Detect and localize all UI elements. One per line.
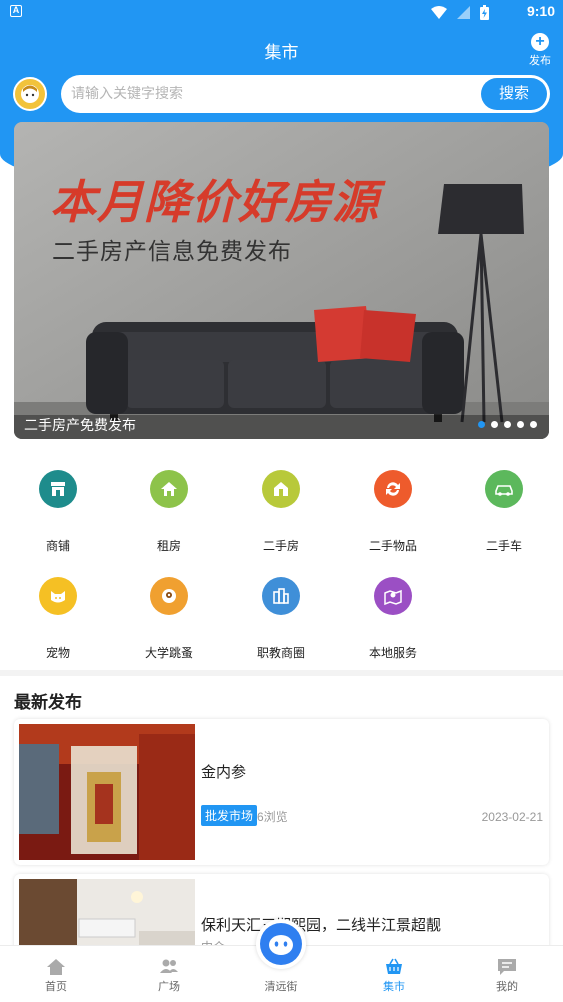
banner-headline: 本月降价好房源	[50, 176, 379, 228]
listing-date: 2023-02-21	[481, 810, 543, 824]
message-icon	[498, 959, 516, 975]
second-hand-car-icon	[485, 470, 523, 508]
status-bar: A 9:10	[0, 0, 563, 24]
wifi-icon	[431, 5, 447, 19]
section-divider	[0, 670, 563, 676]
nav-mine[interactable]: 我的	[467, 958, 547, 994]
listing-card[interactable]: 金内参 批发市场 6浏览 2023-02-21	[14, 719, 549, 865]
carousel-dots[interactable]	[478, 421, 537, 428]
carousel-dot[interactable]	[504, 421, 511, 428]
category-shop[interactable]: 商铺	[8, 470, 108, 554]
pet-icon	[39, 577, 77, 615]
nav-market[interactable]: 集市	[354, 958, 434, 994]
search-input[interactable]	[71, 85, 471, 101]
nav-square[interactable]: 广场	[129, 958, 209, 994]
latest-section-title: 最新发布	[14, 693, 82, 712]
publish-label: 发布	[529, 55, 551, 67]
clock: 9:10	[526, 3, 555, 19]
category-local-service[interactable]: 本地服务	[343, 577, 443, 661]
search-bar: 搜索	[61, 75, 550, 113]
signal-icon	[457, 5, 470, 19]
listing-title: 金内参	[201, 764, 247, 781]
second-hand-house-icon	[262, 470, 300, 508]
avatar-face-icon	[21, 85, 39, 103]
people-icon	[160, 959, 178, 973]
rent-house-icon	[150, 470, 188, 508]
carousel-dot[interactable]	[530, 421, 537, 428]
carousel-dot[interactable]	[478, 421, 485, 428]
category-second-hand-goods[interactable]: 二手物品	[343, 470, 443, 554]
carousel-dot[interactable]	[491, 421, 498, 428]
carousel-dot[interactable]	[517, 421, 524, 428]
avatar[interactable]	[13, 77, 47, 111]
notification-icon: A	[10, 5, 22, 17]
basket-icon	[386, 958, 402, 974]
page-title: 集市	[264, 43, 299, 62]
home-icon	[47, 959, 65, 975]
category-second-hand-car[interactable]: 二手车	[454, 470, 554, 554]
category-pet[interactable]: 宠物	[8, 577, 108, 661]
publish-button[interactable]: + 发布	[527, 33, 553, 68]
business-district-icon	[262, 577, 300, 615]
nav-qingyuan-street[interactable]	[256, 919, 306, 969]
listing-title: 保利天汇三期熙园，二线半江景超靓	[201, 917, 442, 934]
second-hand-goods-icon	[374, 470, 412, 508]
shop-icon	[39, 470, 77, 508]
plus-circle-icon: +	[531, 33, 549, 51]
category-second-hand-house[interactable]: 二手房	[231, 470, 331, 554]
local-service-icon	[374, 577, 412, 615]
banner-subline: 二手房产信息免费发布	[52, 238, 292, 264]
category-flea-market[interactable]: 大学跳蚤	[119, 577, 219, 661]
listing-views: 6浏览	[257, 810, 288, 824]
flea-market-icon	[150, 577, 188, 615]
banner-caption: 二手房产免费发布	[24, 417, 136, 433]
nav-home[interactable]: 首页	[16, 958, 96, 994]
battery-icon	[480, 4, 489, 20]
nav-qingyuan-label: 清远街	[264, 981, 298, 993]
category-business-district[interactable]: 职教商圈	[231, 577, 331, 661]
search-button[interactable]: 搜索	[481, 78, 547, 110]
category-rent[interactable]: 租房	[119, 470, 219, 554]
listing-image	[19, 724, 195, 860]
banner-carousel[interactable]: 本月降价好房源 二手房产信息免费发布 二手房产免费发布	[14, 122, 549, 439]
listing-tag: 批发市场	[201, 805, 258, 826]
mascot-icon	[260, 923, 302, 965]
